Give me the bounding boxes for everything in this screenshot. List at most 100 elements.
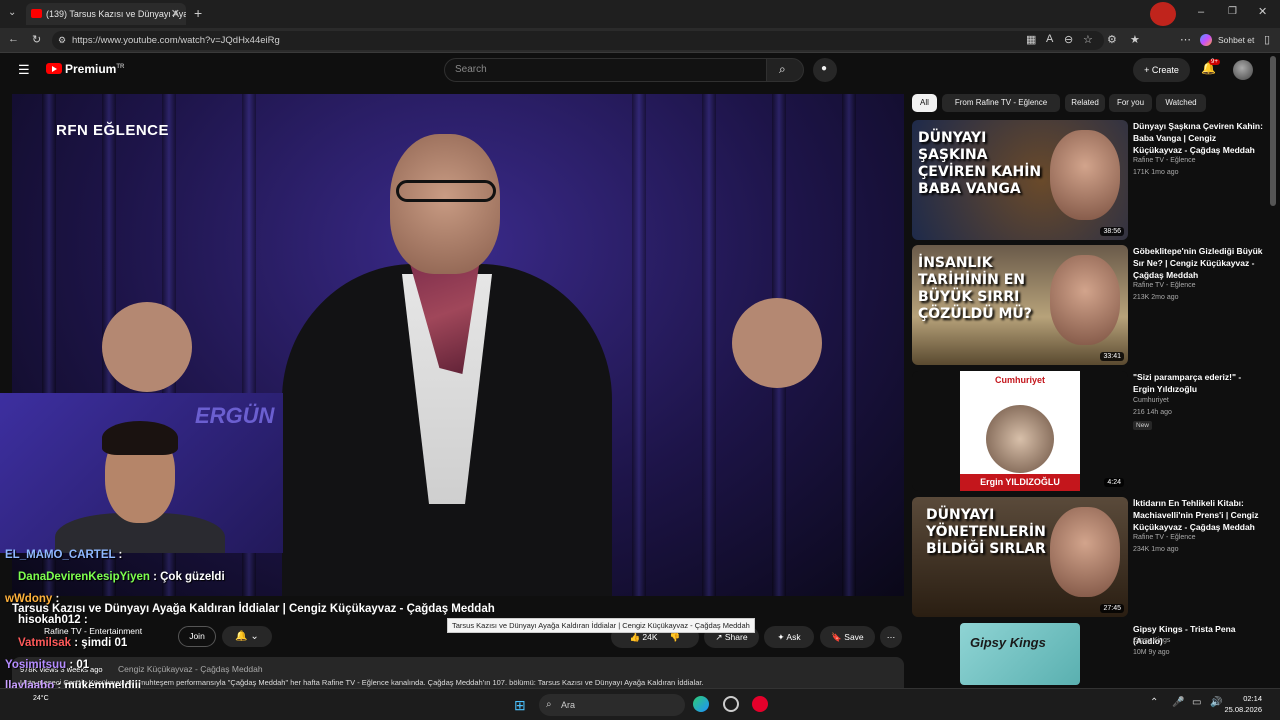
url-field[interactable]: ⚙ https://www.youtube.com/watch?v=JQdHx4…	[52, 31, 1104, 50]
tab-list-icon[interactable]: ⌄	[8, 7, 16, 18]
account-avatar[interactable]	[1233, 60, 1253, 80]
opera-icon[interactable]	[752, 696, 768, 712]
youtube-logo[interactable]: PremiumTR	[46, 62, 124, 76]
extensions-icon[interactable]: ⚙	[1107, 33, 1117, 46]
youtube-header: ☰ PremiumTR Search ⌕ ● + Create 🔔 9+	[0, 53, 1280, 87]
youtube-play-icon	[46, 63, 62, 74]
app-icon[interactable]: ▦	[1026, 33, 1036, 46]
chat-text: :	[52, 593, 60, 605]
search-icon: ⌕	[779, 62, 786, 76]
like-button[interactable]: 👍 24K	[629, 632, 657, 642]
thumbnail-face	[986, 405, 1054, 473]
favorites-icon[interactable]: ★	[1130, 33, 1140, 46]
recommendation-channel[interactable]: Rafine TV - Eğlence	[1133, 282, 1196, 289]
subscription-bell-button[interactable]: 🔔 ⌄	[222, 626, 272, 647]
recommendation-channel[interactable]: Cumhuriyet	[1133, 397, 1169, 404]
recommendation-thumbnail[interactable]: Gipsy Kings	[960, 623, 1080, 685]
close-tab-icon[interactable]: ✕	[171, 3, 180, 25]
recommendation-title[interactable]: Göbeklitepe'nin Gizlediği Büyük Sır Ne? …	[1133, 245, 1263, 281]
sidebar-toggle-icon[interactable]: ▯	[1264, 33, 1270, 46]
mic-tray-icon[interactable]: 🎤	[1172, 697, 1184, 708]
recommendation-meta: 216 14h ago	[1133, 409, 1172, 416]
chip-all[interactable]: All	[912, 94, 937, 112]
page-scrollbar[interactable]	[1270, 56, 1276, 206]
recommendation-channel[interactable]: Rafine TV - Eğlence	[1133, 157, 1196, 164]
recommendation-item[interactable]: Cumhuriyet Ergin YILDIZOĞLU 4:24 "Sizi p…	[912, 371, 1272, 491]
profile-logo-icon	[1150, 2, 1176, 26]
recommendation-item[interactable]: DÜNYAYI ŞAŞKINA ÇEVİREN KAHİN BABA VANGA…	[912, 120, 1272, 240]
ask-button[interactable]: ✦ Ask	[764, 626, 814, 648]
taskbar-search-placeholder: Ara	[561, 700, 576, 710]
volume-icon[interactable]: 🔊	[1210, 697, 1222, 708]
browser-tab[interactable]: (139) Tarsus Kazısı ve Dünyayı Ayağa ✕	[26, 3, 186, 25]
zoom-icon[interactable]: ⊖	[1064, 33, 1073, 46]
channel-name[interactable]: Rafine TV - Entertainment	[44, 626, 142, 636]
favorite-icon[interactable]: ☆	[1083, 33, 1093, 46]
recommendation-title[interactable]: Dünyayı Şaşkına Çeviren Kahin: Baba Vang…	[1133, 120, 1263, 156]
app-icon[interactable]	[723, 696, 739, 712]
menu-icon[interactable]: ☰	[18, 62, 30, 78]
join-button[interactable]: Join	[178, 626, 216, 647]
recommendation-thumbnail[interactable]: Cumhuriyet Ergin YILDIZOĞLU 4:24	[912, 371, 1128, 491]
search-input[interactable]: Search	[444, 58, 767, 82]
chat-text: :	[80, 614, 88, 626]
search-button[interactable]: ⌕	[766, 58, 804, 82]
notification-badge: 9+	[1209, 59, 1220, 65]
recommendation-meta: 213K 2mo ago	[1133, 294, 1179, 301]
windows-taskbar: 24°C ⊞ ⌕ Ara ⌃ 🎤 ▭ 🔊 02:14 25.08.2026	[0, 688, 1280, 720]
thumbnail-text: İNSANLIK TARİHİNİN EN BÜYÜK SIRRI ÇÖZÜLD…	[918, 255, 1032, 322]
translate-icon[interactable]: A	[1046, 33, 1053, 45]
system-clock[interactable]: 02:14 25.08.2026	[1224, 693, 1262, 715]
chat-text: :	[115, 549, 123, 561]
voice-search-button[interactable]: ●	[813, 58, 837, 82]
taskbar-search[interactable]: ⌕ Ara	[539, 694, 685, 716]
copilot-icon[interactable]	[1200, 34, 1212, 46]
recommendation-thumbnail[interactable]: İNSANLIK TARİHİNİN EN BÜYÜK SIRRI ÇÖZÜLD…	[912, 245, 1128, 365]
maximize-icon[interactable]: ❐	[1228, 6, 1237, 17]
duration-badge: 38:56	[1100, 227, 1124, 236]
recommendation-thumbnail[interactable]: DÜNYAYI YÖNETENLERİN BİLDİĞİ SIRLAR 27:4…	[912, 497, 1128, 617]
streamer-hair	[102, 421, 178, 455]
chip-for-you[interactable]: For you	[1109, 94, 1152, 112]
recommendation-item[interactable]: İNSANLIK TARİHİNİN EN BÜYÜK SIRRI ÇÖZÜLD…	[912, 245, 1272, 365]
chat-username: hisokah012	[18, 614, 81, 626]
chip-from-channel[interactable]: From Rafine TV - Eğlence	[942, 94, 1060, 112]
dislike-icon[interactable]: 👎	[670, 632, 681, 642]
back-icon[interactable]: ←	[8, 33, 19, 45]
reload-icon[interactable]: ↻	[32, 33, 41, 46]
streamer-webcam: ERGÜN	[0, 393, 283, 553]
minimize-icon[interactable]: –	[1198, 6, 1204, 18]
new-tab-icon[interactable]: +	[194, 5, 202, 21]
recommendation-item[interactable]: DÜNYAYI YÖNETENLERİN BİLDİĞİ SIRLAR 27:4…	[912, 497, 1272, 617]
edge-icon[interactable]	[693, 696, 709, 712]
chat-username: wWdony	[5, 593, 53, 605]
recommendation-title[interactable]: "Sizi paramparça ederiz!" - Ergin Yıldız…	[1133, 371, 1263, 395]
recommendation-title[interactable]: İktidarın En Tehlikeli Kitabı: Machiavel…	[1133, 497, 1263, 533]
recommendation-channel[interactable]: Rafine TV - Eğlence	[1133, 534, 1196, 541]
webcam-logo: ERGÜN	[195, 403, 275, 428]
start-icon[interactable]: ⊞	[514, 697, 526, 714]
video-tag[interactable]: Cengiz Küçükayvaz - Çağdaş Meddah	[118, 664, 263, 674]
save-button[interactable]: 🔖 Save	[820, 626, 875, 648]
site-info-icon[interactable]: ⚙	[58, 31, 66, 50]
recommendation-thumbnail[interactable]: DÜNYAYI ŞAŞKINA ÇEVİREN KAHİN BABA VANGA…	[912, 120, 1128, 240]
more-actions-button[interactable]: ⋯	[880, 626, 902, 648]
chip-related[interactable]: Related	[1065, 94, 1105, 112]
logo-text: Premium	[65, 62, 117, 76]
more-icon[interactable]: ⋯	[1180, 33, 1191, 46]
tray-chevron-icon[interactable]: ⌃	[1150, 697, 1158, 708]
copilot-label[interactable]: Sohbet et	[1218, 35, 1254, 45]
weather-widget[interactable]: 24°C	[33, 695, 49, 702]
chat-message: Yosimitsuu : 01	[5, 659, 89, 671]
recommendation-channel[interactable]: Gipsy Kings	[1133, 637, 1170, 644]
chat-text: : Çok güzeldi	[149, 571, 225, 583]
duration-badge: 4:24	[1104, 478, 1124, 487]
channel-watermark: RFN EĞLENCE	[56, 122, 170, 139]
close-window-icon[interactable]: ✕	[1258, 5, 1267, 18]
create-button[interactable]: + Create	[1133, 58, 1190, 82]
chat-message: wWdony :	[5, 593, 59, 605]
recommendation-item[interactable]: Gipsy Kings Gipsy Kings - Trista Pena (A…	[912, 623, 1272, 685]
network-icon[interactable]: ▭	[1192, 697, 1201, 708]
chat-username: DanaDevirenKesipYiyen	[18, 571, 150, 583]
chip-watched[interactable]: Watched	[1156, 94, 1206, 112]
